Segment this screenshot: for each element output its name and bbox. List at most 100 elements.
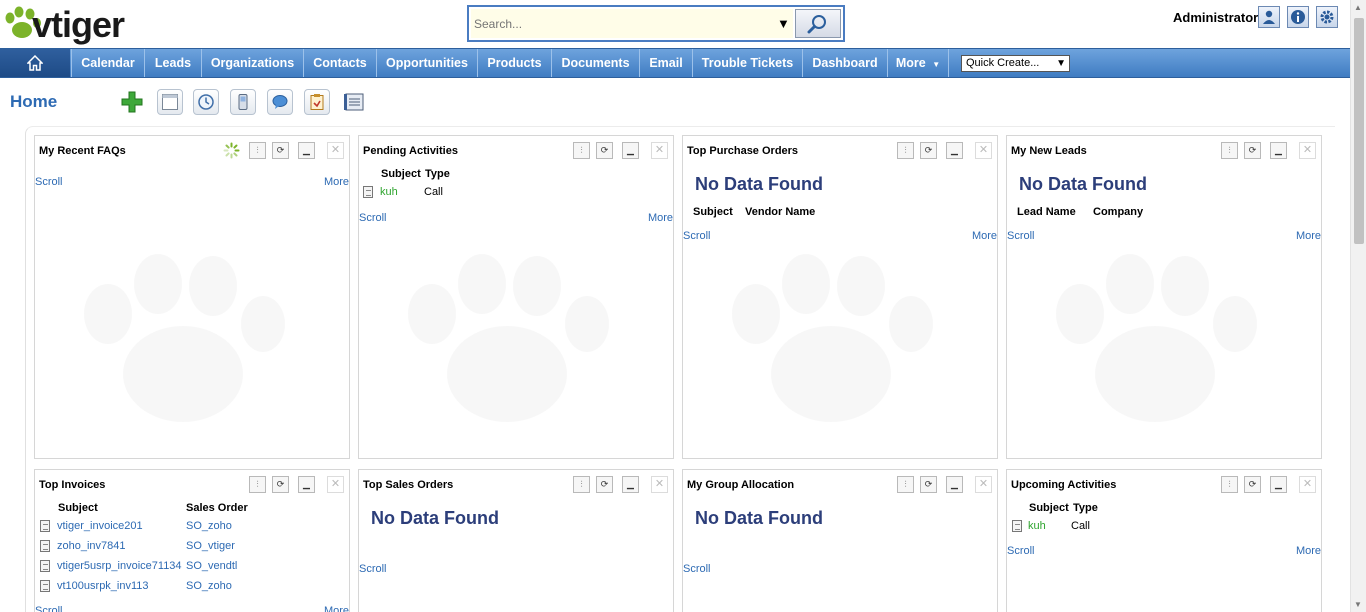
scroll-link[interactable]: Scroll xyxy=(359,212,387,224)
widget-refresh-icon[interactable]: ⟳ xyxy=(920,476,937,493)
widget-close-icon[interactable]: ✕ xyxy=(327,476,344,493)
widget-settings-icon[interactable]: ⫶ xyxy=(249,142,266,159)
widget-close-icon[interactable]: ✕ xyxy=(651,142,668,159)
widget-settings-icon[interactable]: ⫶ xyxy=(573,476,590,493)
no-data-message: No Data Found xyxy=(371,508,499,528)
nav-documents[interactable]: Documents xyxy=(551,49,639,77)
widget-refresh-icon[interactable]: ⟳ xyxy=(1244,476,1261,493)
widget-settings-icon[interactable]: ⫶ xyxy=(897,142,914,159)
widget-minimize-icon[interactable]: ▁ xyxy=(298,142,315,159)
scroll-link[interactable]: Scroll xyxy=(359,563,387,575)
scroll-up-icon[interactable]: ▲ xyxy=(1354,3,1362,12)
nav-trouble-tickets[interactable]: Trouble Tickets xyxy=(692,49,802,77)
widget-recent-faqs: My Recent FAQs ⫶ ⟳ ▁ ✕ Scroll More xyxy=(34,135,350,459)
widget-refresh-icon[interactable]: ⟳ xyxy=(272,476,289,493)
widget-settings-icon[interactable]: ⫶ xyxy=(1221,142,1238,159)
widget-close-icon[interactable]: ✕ xyxy=(327,142,344,159)
search-dropdown-icon[interactable]: ▼ xyxy=(777,16,790,31)
clock-icon[interactable] xyxy=(193,89,219,115)
nav-dashboard[interactable]: Dashboard xyxy=(802,49,887,77)
gear-icon[interactable] xyxy=(1316,6,1338,28)
widget-settings-icon[interactable]: ⫶ xyxy=(1221,476,1238,493)
document-icon xyxy=(40,560,50,572)
widget-close-icon[interactable]: ✕ xyxy=(975,476,992,493)
sales-order-link[interactable]: SO_zoho xyxy=(186,520,232,532)
widget-minimize-icon[interactable]: ▁ xyxy=(1270,142,1287,159)
sales-order-link[interactable]: SO_zoho xyxy=(186,580,232,592)
widget-refresh-icon[interactable]: ⟳ xyxy=(920,142,937,159)
chat-icon[interactable] xyxy=(267,89,293,115)
widget-refresh-icon[interactable]: ⟳ xyxy=(596,476,613,493)
scrollbar-thumb[interactable] xyxy=(1354,18,1364,244)
column-header-subject: Subject xyxy=(58,502,98,514)
clipboard-icon[interactable] xyxy=(304,89,330,115)
nav-products[interactable]: Products xyxy=(477,49,551,77)
nav-email[interactable]: Email xyxy=(639,49,692,77)
user-settings-icon[interactable] xyxy=(1258,6,1280,28)
sales-order-link[interactable]: SO_vendtl xyxy=(186,560,237,572)
widget-close-icon[interactable]: ✕ xyxy=(1299,476,1316,493)
more-link[interactable]: More xyxy=(324,605,349,612)
widget-close-icon[interactable]: ✕ xyxy=(1299,142,1316,159)
invoice-subject-link[interactable]: zoho_inv7841 xyxy=(57,540,126,552)
widget-minimize-icon[interactable]: ▁ xyxy=(622,476,639,493)
invoice-subject-link[interactable]: vtiger_invoice201 xyxy=(57,520,143,532)
invoice-subject-link[interactable]: vtiger5usrp_invoice71134 xyxy=(57,560,182,572)
quick-create-select[interactable]: Quick Create... ▼ xyxy=(961,55,1070,72)
notebook-icon[interactable] xyxy=(341,89,367,115)
activity-subject-link[interactable]: kuh xyxy=(380,186,398,198)
more-link[interactable]: More xyxy=(972,230,997,242)
paw-watermark-icon xyxy=(1056,254,1257,422)
nav-opportunities[interactable]: Opportunities xyxy=(376,49,477,77)
page-scrollbar[interactable]: ▲ ▼ xyxy=(1350,0,1366,612)
widget-minimize-icon[interactable]: ▁ xyxy=(946,476,963,493)
add-widget-icon[interactable] xyxy=(119,89,145,115)
widget-refresh-icon[interactable]: ⟳ xyxy=(596,142,613,159)
nav-leads[interactable]: Leads xyxy=(144,49,201,77)
widget-settings-icon[interactable]: ⫶ xyxy=(249,476,266,493)
activity-subject-link[interactable]: kuh xyxy=(1028,520,1046,532)
info-icon[interactable] xyxy=(1287,6,1309,28)
scroll-link[interactable]: Scroll xyxy=(683,563,711,575)
widget-refresh-icon[interactable]: ⟳ xyxy=(1244,142,1261,159)
nav-more[interactable]: More ▼ xyxy=(887,49,949,77)
scroll-link[interactable]: Scroll xyxy=(1007,230,1035,242)
scroll-link[interactable]: Scroll xyxy=(35,605,63,612)
nav-calendar[interactable]: Calendar xyxy=(71,49,144,77)
widget-settings-icon[interactable]: ⫶ xyxy=(897,476,914,493)
nav-contacts[interactable]: Contacts xyxy=(303,49,376,77)
search-button[interactable] xyxy=(795,9,841,38)
widget-refresh-icon[interactable]: ⟳ xyxy=(272,142,289,159)
home-icon xyxy=(27,55,43,71)
paw-watermark-icon xyxy=(408,254,609,422)
column-header-lead-name: Lead Name xyxy=(1017,206,1076,218)
scroll-down-icon[interactable]: ▼ xyxy=(1354,600,1362,609)
more-link[interactable]: More xyxy=(1296,230,1321,242)
more-link[interactable]: More xyxy=(324,176,349,188)
widget-minimize-icon[interactable]: ▁ xyxy=(298,476,315,493)
widget-minimize-icon[interactable]: ▁ xyxy=(946,142,963,159)
more-link[interactable]: More xyxy=(648,212,673,224)
invoice-subject-link[interactable]: vt100usrpk_inv113 xyxy=(57,580,149,592)
scroll-link[interactable]: Scroll xyxy=(1007,545,1035,557)
user-name[interactable]: Administrator xyxy=(1173,10,1258,25)
nav-home-button[interactable] xyxy=(0,49,70,77)
layout-icon[interactable] xyxy=(157,89,183,115)
widget-close-icon[interactable]: ✕ xyxy=(651,476,668,493)
search-input[interactable] xyxy=(471,9,793,38)
widget-title: Upcoming Activities xyxy=(1011,479,1117,491)
widget-settings-icon[interactable]: ⫶ xyxy=(573,142,590,159)
column-header-type: Type xyxy=(1073,502,1098,514)
vtiger-logo[interactable]: vtiger xyxy=(2,2,167,46)
search-box: ▼ xyxy=(467,5,845,42)
widget-close-icon[interactable]: ✕ xyxy=(975,142,992,159)
sales-order-link[interactable]: SO_vtiger xyxy=(186,540,235,552)
widget-minimize-icon[interactable]: ▁ xyxy=(1270,476,1287,493)
widget-minimize-icon[interactable]: ▁ xyxy=(622,142,639,159)
widget-top-sales-orders: Top Sales Orders ⫶ ⟳ ▁ ✕ No Data Found S… xyxy=(358,469,674,612)
nav-organizations[interactable]: Organizations xyxy=(201,49,303,77)
scroll-link[interactable]: Scroll xyxy=(35,176,63,188)
scroll-link[interactable]: Scroll xyxy=(683,230,711,242)
phone-icon[interactable] xyxy=(230,89,256,115)
more-link[interactable]: More xyxy=(1296,545,1321,557)
